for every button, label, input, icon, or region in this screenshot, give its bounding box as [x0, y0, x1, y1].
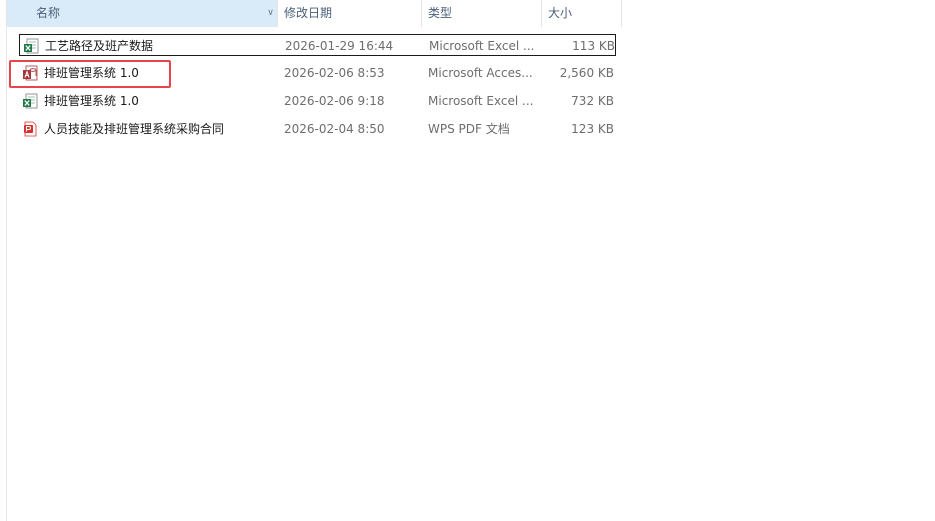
file-type: WPS PDF 文档 [428, 122, 510, 136]
file-row[interactable]: 工艺路径及班产数据 2026-01-29 16:44 Microsoft Exc… [19, 34, 616, 56]
column-header-name[interactable]: 名称 [7, 0, 277, 27]
file-name: 人员技能及排班管理系统采购合同 [44, 122, 225, 136]
column-header-type[interactable]: 类型 [421, 0, 541, 27]
file-size: 113 KB [572, 39, 615, 53]
file-size: 123 KB [571, 122, 614, 136]
column-header-name-label: 名称 [36, 6, 61, 20]
file-explorer: 名称 ^ ∨ 修改日期 类型 大小 工艺路径及班产数据 [0, 0, 935, 521]
column-header-date[interactable]: 修改日期 [277, 0, 421, 27]
excel-icon [22, 93, 38, 109]
file-name: 排班管理系统 1.0 [44, 94, 139, 108]
pane-border [6, 0, 7, 521]
file-date: 2026-02-04 8:50 [284, 122, 385, 136]
file-date: 2026-02-06 8:53 [284, 66, 385, 80]
column-header-size[interactable]: 大小 [541, 0, 622, 27]
file-row[interactable]: 人员技能及排班管理系统采购合同 2026-02-04 8:50 WPS PDF … [19, 118, 616, 140]
excel-icon [23, 38, 39, 54]
file-size: 2,560 KB [559, 66, 614, 80]
file-type: Microsoft Excel ... [428, 94, 534, 108]
column-separator[interactable] [621, 0, 622, 27]
file-date: 2026-01-29 16:44 [285, 39, 394, 53]
highlight-annotation [9, 60, 171, 88]
file-date: 2026-02-06 9:18 [284, 94, 385, 108]
column-header-size-label: 大小 [548, 6, 573, 20]
file-type: Microsoft Acces... [428, 66, 533, 80]
chevron-down-icon[interactable]: ∨ [264, 0, 277, 27]
column-header-date-label: 修改日期 [284, 6, 333, 20]
file-name: 工艺路径及班产数据 [45, 39, 154, 53]
file-size: 732 KB [571, 94, 614, 108]
pdf-icon [22, 121, 38, 137]
file-type: Microsoft Excel ... [429, 39, 535, 53]
file-row[interactable]: 排班管理系统 1.0 2026-02-06 9:18 Microsoft Exc… [19, 90, 616, 112]
column-header-type-label: 类型 [428, 6, 453, 20]
sort-ascending-icon: ^ [148, 0, 157, 7]
column-header: 名称 ^ ∨ 修改日期 类型 大小 [7, 0, 622, 27]
